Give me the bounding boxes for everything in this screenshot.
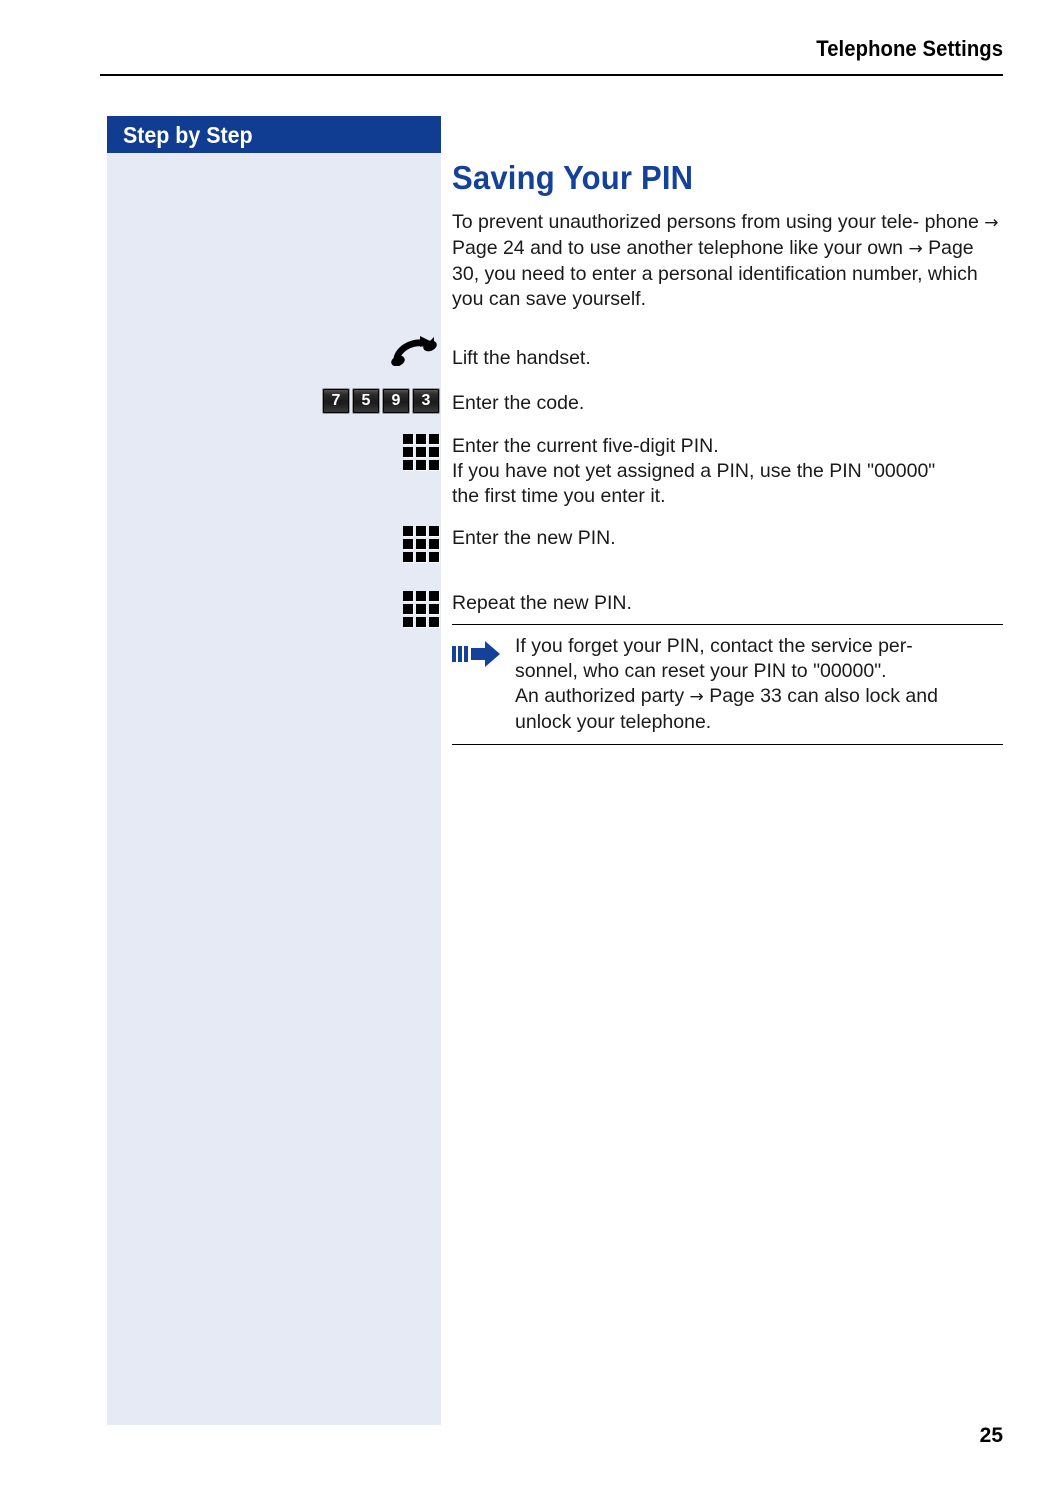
keypad-icon xyxy=(300,525,440,562)
note-line-2: sonnel, who can reset your PIN to "00000… xyxy=(515,660,887,682)
running-header: Telephone Settings xyxy=(100,36,1003,62)
step-text: Enter the current five-digit PIN. If you… xyxy=(452,434,1003,509)
right-arrow-icon: → xyxy=(908,239,923,260)
keycap: 9 xyxy=(382,388,410,414)
step-by-step-label: Step by Step xyxy=(123,122,253,148)
keycap: 3 xyxy=(412,388,440,414)
main-content: Saving Your PIN To prevent unauthorized … xyxy=(452,159,1003,312)
step-text: Lift the handset. xyxy=(452,346,1003,371)
intro-paragraph: To prevent unauthorized persons from usi… xyxy=(452,210,1003,312)
step-text-line: Repeat the new PIN. xyxy=(452,592,632,614)
step-text-line: Enter the current five-digit PIN. xyxy=(452,435,719,457)
step-text-line: Lift the handset. xyxy=(452,347,591,369)
keycap: 7 xyxy=(322,388,350,414)
right-arrow-icon: → xyxy=(984,213,999,234)
note-box: If you forget your PIN, contact the serv… xyxy=(452,624,1003,745)
step-text-line: Enter the code. xyxy=(452,392,585,414)
header-title: Telephone Settings xyxy=(816,36,1003,61)
header-rule xyxy=(100,74,1003,76)
step-text-line: If you have not yet assigned a PIN, use … xyxy=(452,460,936,482)
note-line-3b: Page 33 can also lock and xyxy=(709,685,938,707)
handset-icon xyxy=(300,336,440,370)
note-line-1: If you forget your PIN, contact the serv… xyxy=(515,635,913,657)
keycode-icon: 7 5 9 3 xyxy=(300,388,440,422)
step-text: Repeat the new PIN. xyxy=(452,591,1003,616)
right-arrow-icon: → xyxy=(689,687,704,707)
step-text: Enter the code. xyxy=(452,391,1003,416)
keypad-icon xyxy=(300,433,440,470)
intro-line-2a: phone xyxy=(924,211,979,234)
keypad-icon xyxy=(300,590,440,627)
page-number: 25 xyxy=(979,1424,1003,1447)
document-page: Telephone Settings Step by Step Saving Y… xyxy=(0,0,1058,1500)
step-by-step-banner: Step by Step xyxy=(107,116,441,153)
step-text: Enter the new PIN. xyxy=(452,526,1003,551)
note-text: If you forget your PIN, contact the serv… xyxy=(515,634,1003,735)
intro-line-3a: your own xyxy=(823,237,904,260)
step-by-step-column xyxy=(107,116,441,1425)
note-line-3a: An authorized party xyxy=(515,685,685,707)
intro-line-1: To prevent unauthorized persons from usi… xyxy=(452,211,920,234)
keycap: 5 xyxy=(352,388,380,414)
note-line-3: An authorized party → Page 33 can also l… xyxy=(515,684,1003,710)
intro-line-2b: Page 24 and to use another telephone lik… xyxy=(452,237,819,260)
page-title: Saving Your PIN xyxy=(452,159,694,196)
note-line-4: unlock your telephone. xyxy=(515,711,712,733)
step-text-line: the first time you enter it. xyxy=(452,485,666,507)
step-text-line: Enter the new PIN. xyxy=(452,527,616,549)
blue-arrow-icon xyxy=(452,634,515,672)
